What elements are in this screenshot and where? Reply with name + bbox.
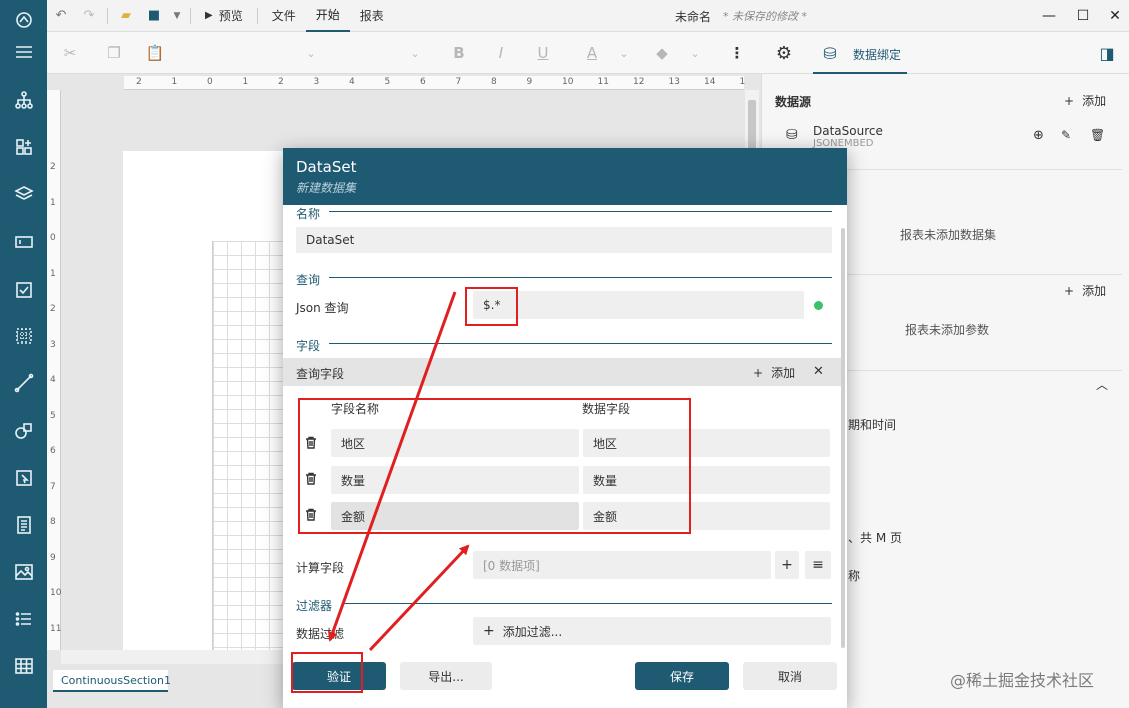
watermark-text: @稀土掘金技术社区 <box>950 671 1095 690</box>
arrow-validate-to-fields <box>368 544 470 652</box>
arrow-query-to-validate <box>327 291 457 642</box>
annotation-arrows <box>327 291 470 652</box>
